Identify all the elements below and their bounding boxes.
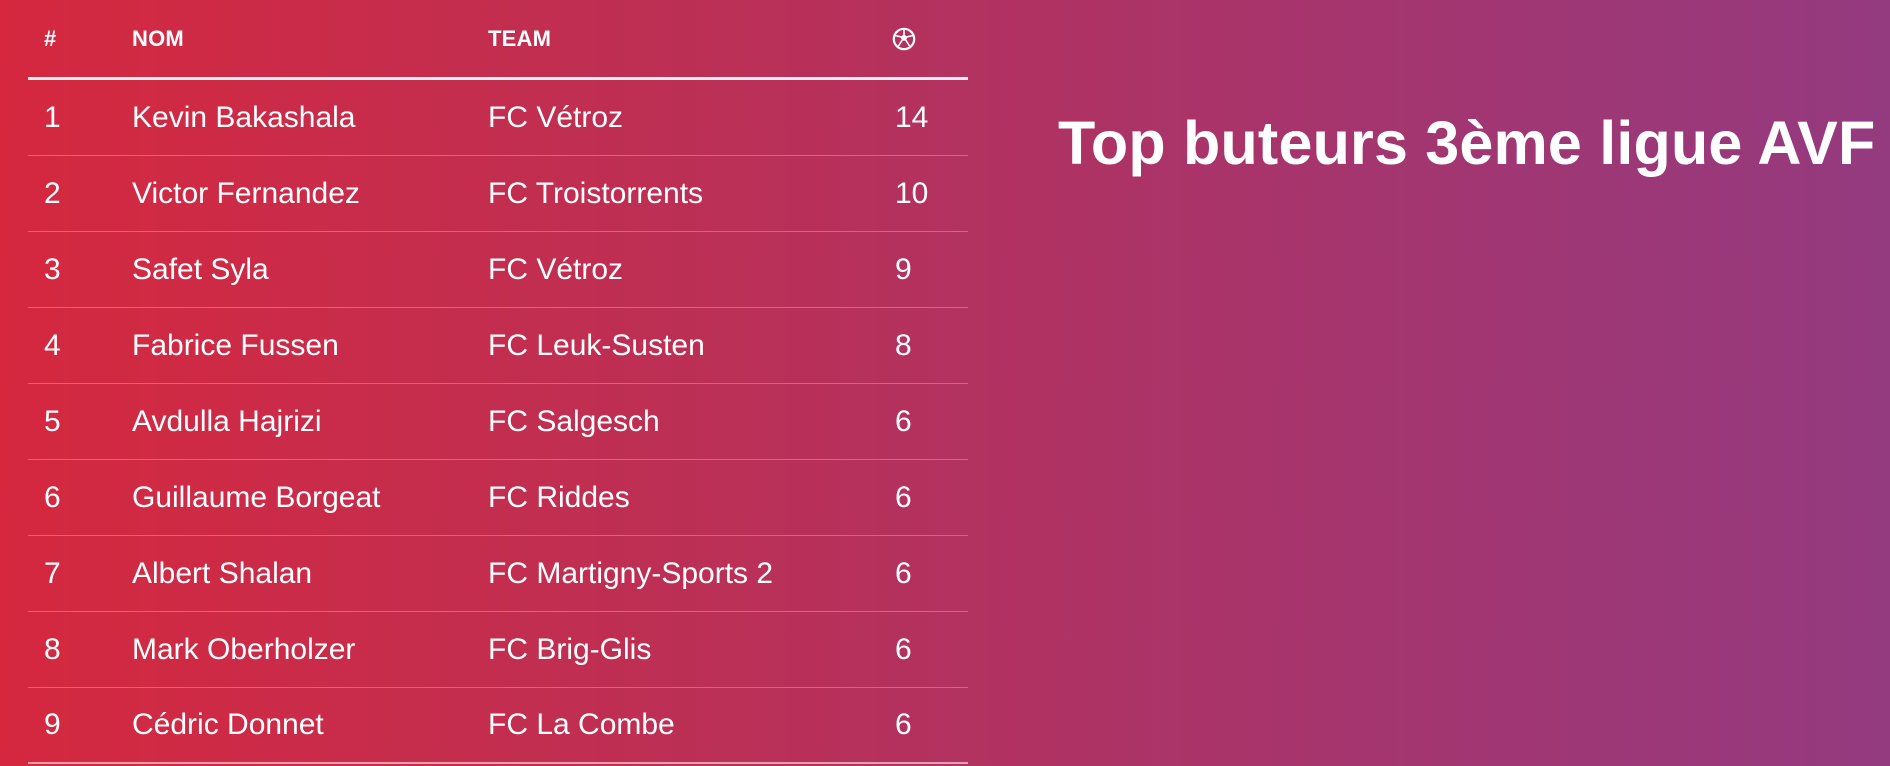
- goals-cell: 6: [895, 556, 912, 590]
- goals-column-header: [867, 27, 940, 51]
- team-cell: FC Salgesch: [488, 404, 660, 438]
- team-cell: FC Vétroz: [488, 252, 624, 286]
- player-name-cell: Albert Shalan: [132, 556, 313, 590]
- rank-cell: 9: [44, 708, 61, 741]
- player-name-cell: Safet Syla: [132, 252, 269, 286]
- table-row: 6 Guillaume Borgeat FC Riddes 6: [28, 460, 968, 536]
- rank-cell: 3: [44, 252, 61, 286]
- table-row: 5 Avdulla Hajrizi FC Salgesch 6: [28, 384, 968, 460]
- player-name-cell: Guillaume Borgeat: [132, 480, 381, 514]
- player-name-cell: Victor Fernandez: [132, 176, 360, 210]
- rank-column-header: #: [44, 25, 57, 51]
- rank-cell: 1: [44, 100, 61, 134]
- team-cell: FC Riddes: [488, 480, 630, 514]
- goals-cell: 10: [895, 176, 929, 210]
- table-header-row: # NOM TEAM: [28, 0, 968, 80]
- player-name-cell: Kevin Bakashala: [132, 100, 356, 134]
- team-cell: FC Troistorrents: [488, 176, 704, 210]
- table-row: 3 Safet Syla FC Vétroz 9: [28, 232, 968, 308]
- soccer-ball-icon: [892, 27, 915, 50]
- table-row: 7 Albert Shalan FC Martigny-Sports 2 6: [28, 536, 968, 612]
- table-row: 9 Cédric Donnet FC La Combe 6: [28, 688, 968, 764]
- top-scorers-table: # NOM TEAM 1 Kevin Bakashala FC Vétroz 1…: [28, 0, 968, 764]
- goals-cell: 14: [895, 100, 929, 134]
- table-row: 8 Mark Oberholzer FC Brig-Glis 6: [28, 612, 968, 688]
- table-row: 4 Fabrice Fussen FC Leuk-Susten 8: [28, 308, 968, 384]
- team-column-header: TEAM: [488, 25, 552, 51]
- goals-cell: 9: [895, 252, 912, 286]
- team-cell: FC Vétroz: [488, 100, 624, 134]
- rank-cell: 4: [44, 328, 61, 362]
- goals-cell: 8: [895, 328, 912, 362]
- rank-cell: 6: [44, 480, 61, 514]
- rank-cell: 2: [44, 176, 61, 210]
- goals-cell: 6: [895, 632, 912, 666]
- team-cell: FC La Combe: [488, 708, 675, 741]
- rank-cell: 5: [44, 404, 61, 438]
- page-title: Top buteurs 3ème ligue AVF: [1058, 109, 1876, 177]
- table-row: 2 Victor Fernandez FC Troistorrents 10: [28, 156, 968, 232]
- goals-cell: 6: [895, 480, 912, 514]
- player-name-cell: Avdulla Hajrizi: [132, 404, 322, 438]
- goals-cell: 6: [895, 404, 912, 438]
- player-name-cell: Mark Oberholzer: [132, 632, 356, 666]
- player-name-cell: Cédric Donnet: [132, 708, 324, 741]
- player-name-cell: Fabrice Fussen: [132, 328, 339, 362]
- rank-cell: 8: [44, 632, 61, 666]
- name-column-header: NOM: [132, 25, 184, 51]
- table-row: 1 Kevin Bakashala FC Vétroz 14: [28, 80, 968, 156]
- rank-cell: 7: [44, 556, 61, 590]
- team-cell: FC Brig-Glis: [488, 632, 652, 666]
- goals-cell: 6: [895, 708, 912, 741]
- team-cell: FC Martigny-Sports 2: [488, 556, 774, 590]
- team-cell: FC Leuk-Susten: [488, 328, 705, 362]
